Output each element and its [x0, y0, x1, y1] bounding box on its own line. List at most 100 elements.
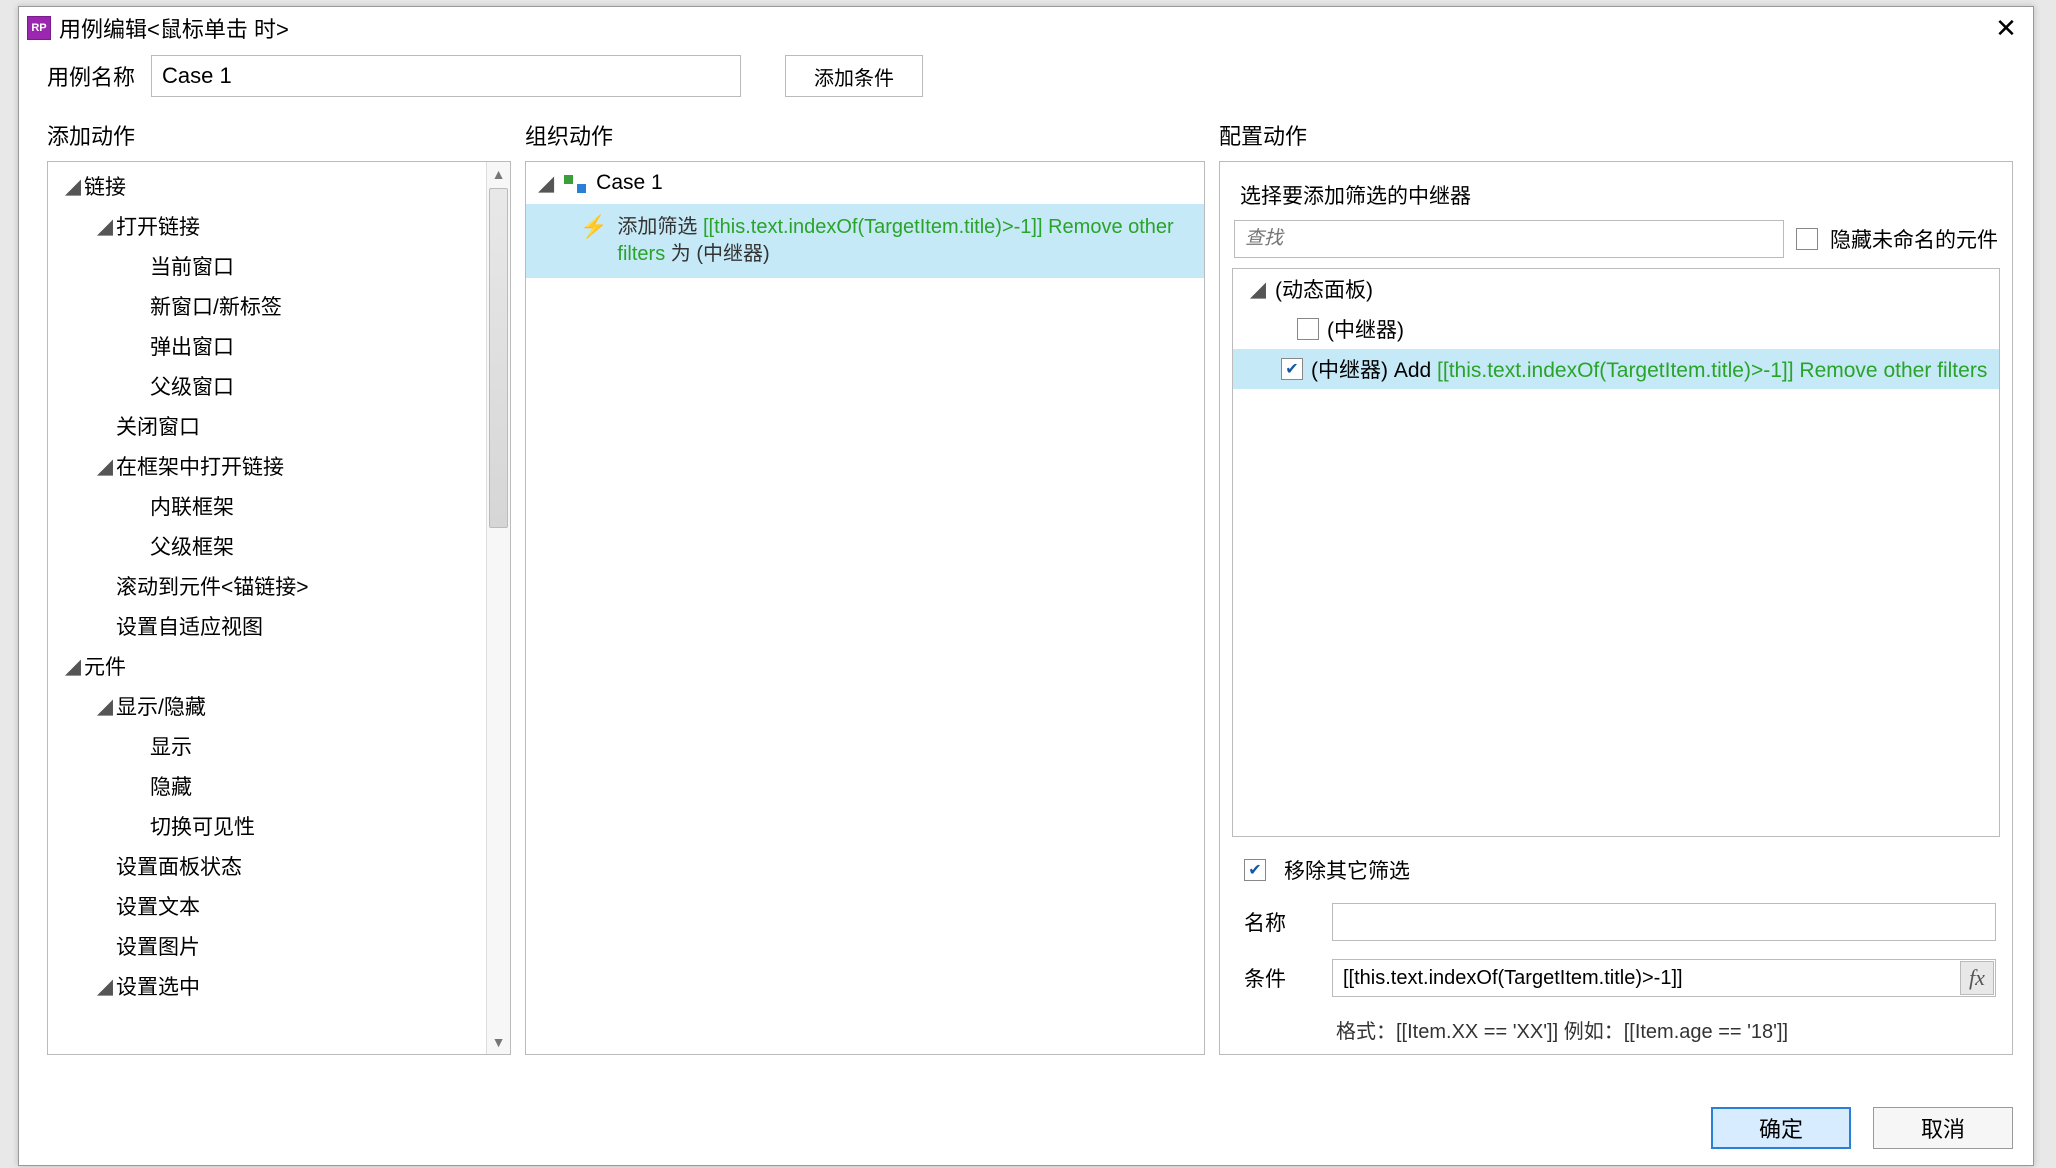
scroll-up-icon[interactable]: ▲ — [487, 162, 510, 186]
action-text: 添加筛选 [[this.text.indexOf(TargetItem.titl… — [617, 214, 1188, 268]
tree-item-label: 元件 — [84, 651, 126, 681]
tree-item-label: 关闭窗口 — [116, 411, 200, 441]
cancel-button[interactable]: 取消 — [1873, 1107, 2013, 1149]
col-organize-header: 组织动作 — [525, 113, 1205, 161]
hide-unnamed-checkbox[interactable] — [1796, 228, 1818, 250]
action-tree-item[interactable]: 父级窗口 — [48, 366, 486, 406]
tree-item-label: 打开链接 — [116, 211, 200, 241]
remove-other-checkbox[interactable] — [1244, 859, 1266, 881]
lightning-icon: ⚡ — [580, 216, 607, 238]
caret-down-icon: ◢ — [538, 171, 554, 196]
action-row[interactable]: ⚡ 添加筛选 [[this.text.indexOf(TargetItem.ti… — [526, 204, 1204, 278]
case-name-input[interactable] — [151, 55, 741, 97]
scroll-thumb[interactable] — [489, 188, 508, 528]
condition-hint: 格式：[[Item.XX == 'XX']] 例如：[[Item.age == … — [1244, 1015, 1996, 1044]
tree-repeater-2[interactable]: (中继器) Add [[this.text.indexOf(TargetItem… — [1233, 349, 1999, 389]
tree-label: (中继器) — [1327, 314, 1404, 344]
tree-dyn-panel[interactable]: ◢ (动态面板) — [1233, 269, 1999, 309]
repeater-checkbox-on[interactable] — [1281, 358, 1303, 380]
dialog-footer: 确定 取消 — [1711, 1107, 2013, 1149]
tree-item-label: 设置面板状态 — [116, 851, 242, 881]
action-tree-item[interactable]: 切换可见性 — [48, 806, 486, 846]
action-tree-item[interactable]: 设置自适应视图 — [48, 606, 486, 646]
case-editor-dialog: RP 用例编辑<鼠标单击 时> ✕ 用例名称 添加条件 添加动作 ◢链接◢打开链… — [18, 6, 2034, 1166]
action-tree-item[interactable]: 关闭窗口 — [48, 406, 486, 446]
action-tree-item[interactable]: 父级框架 — [48, 526, 486, 566]
action-tree-item[interactable]: 内联框架 — [48, 486, 486, 526]
action-tree-item[interactable]: 当前窗口 — [48, 246, 486, 286]
case-name-label: 用例名称 — [47, 60, 135, 92]
tree-item-label: 滚动到元件<锚链接> — [116, 571, 309, 601]
action-tree-item[interactable]: 显示 — [48, 726, 486, 766]
tree-item-label: 隐藏 — [150, 771, 192, 801]
tree-item-label: 当前窗口 — [150, 251, 234, 281]
case-icon — [564, 173, 586, 193]
tree-item-label: 链接 — [84, 171, 126, 201]
tree-item-label: 父级窗口 — [150, 371, 234, 401]
ok-button[interactable]: 确定 — [1711, 1107, 1851, 1149]
actions-tree[interactable]: ◢链接◢打开链接当前窗口新窗口/新标签弹出窗口父级窗口关闭窗口◢在框架中打开链接… — [48, 162, 486, 1054]
scroll-down-icon[interactable]: ▼ — [487, 1030, 510, 1054]
caret-down-icon: ◢ — [94, 454, 116, 479]
actions-tree-panel: ◢链接◢打开链接当前窗口新窗口/新标签弹出窗口父级窗口关闭窗口◢在框架中打开链接… — [47, 161, 511, 1055]
tree-repeater-1[interactable]: (中继器) — [1233, 309, 1999, 349]
action-tree-item[interactable]: 弹出窗口 — [48, 326, 486, 366]
condition-label: 条件 — [1244, 963, 1314, 993]
tree-item-label: 设置图片 — [116, 931, 200, 961]
case-name-text: Case 1 — [596, 171, 663, 195]
caret-down-icon: ◢ — [62, 654, 84, 679]
titlebar: RP 用例编辑<鼠标单击 时> ✕ — [19, 7, 2033, 49]
caret-down-icon: ◢ — [94, 974, 116, 999]
action-tree-item[interactable]: ◢设置选中 — [48, 966, 486, 1006]
action-tree-item[interactable]: ◢在框架中打开链接 — [48, 446, 486, 486]
caret-down-icon: ◢ — [1249, 277, 1267, 302]
tree-scrollbar[interactable]: ▲ ▼ — [486, 162, 510, 1054]
tree-item-label: 弹出窗口 — [150, 331, 234, 361]
action-tree-item[interactable]: 滚动到元件<锚链接> — [48, 566, 486, 606]
add-condition-button[interactable]: 添加条件 — [785, 55, 923, 97]
caret-down-icon: ◢ — [94, 694, 116, 719]
tree-label: (动态面板) — [1275, 274, 1373, 304]
repeater-checkbox[interactable] — [1297, 318, 1319, 340]
case-name-row: 用例名称 添加条件 — [19, 49, 2033, 113]
action-tree-item[interactable]: ◢显示/隐藏 — [48, 686, 486, 726]
caret-down-icon: ◢ — [94, 214, 116, 239]
organize-panel: ◢ Case 1 ⚡ 添加筛选 [[this.text.indexOf(Targ… — [525, 161, 1205, 1055]
action-tree-item[interactable]: ◢链接 — [48, 166, 486, 206]
action-tree-item[interactable]: 设置面板状态 — [48, 846, 486, 886]
action-tree-item[interactable]: 新窗口/新标签 — [48, 286, 486, 326]
action-tree-item[interactable]: 设置文本 — [48, 886, 486, 926]
hide-unnamed-label: 隐藏未命名的元件 — [1830, 224, 1998, 254]
tree-item-label: 显示/隐藏 — [116, 691, 206, 721]
app-icon: RP — [27, 16, 51, 40]
tree-item-label: 设置自适应视图 — [116, 611, 263, 641]
action-tree-item[interactable]: ◢打开链接 — [48, 206, 486, 246]
tree-label: (中继器) Add [[this.text.indexOf(TargetItem… — [1311, 354, 1987, 384]
tree-item-label: 在框架中打开链接 — [116, 451, 284, 481]
col-add-action-header: 添加动作 — [47, 113, 511, 161]
caret-down-icon: ◢ — [62, 174, 84, 199]
fx-button[interactable]: fx — [1960, 961, 1994, 995]
search-input[interactable] — [1234, 220, 1784, 258]
close-button[interactable]: ✕ — [1989, 11, 2023, 45]
case-row[interactable]: ◢ Case 1 — [526, 162, 1204, 204]
tree-item-label: 切换可见性 — [150, 811, 255, 841]
col-configure-header: 配置动作 — [1219, 113, 2013, 161]
action-tree-item[interactable]: ◢元件 — [48, 646, 486, 686]
widget-tree[interactable]: ◢ (动态面板) (中继器) (中继器) Add [[this.text.ind… — [1232, 268, 2000, 837]
select-repeater-label: 选择要添加筛选的中继器 — [1232, 172, 2000, 220]
tree-item-label: 显示 — [150, 731, 192, 761]
name-label: 名称 — [1244, 907, 1314, 937]
condition-input[interactable] — [1332, 959, 1996, 997]
configure-panel: 选择要添加筛选的中继器 隐藏未命名的元件 ◢ (动态面板) (中继器) — [1219, 161, 2013, 1055]
tree-item-label: 设置文本 — [116, 891, 200, 921]
tree-item-label: 内联框架 — [150, 491, 234, 521]
tree-item-label: 父级框架 — [150, 531, 234, 561]
tree-item-label: 设置选中 — [116, 971, 200, 1001]
action-tree-item[interactable]: 设置图片 — [48, 926, 486, 966]
remove-other-label: 移除其它筛选 — [1284, 855, 1410, 885]
tree-item-label: 新窗口/新标签 — [150, 291, 282, 321]
filter-name-input[interactable] — [1332, 903, 1996, 941]
dialog-title: 用例编辑<鼠标单击 时> — [59, 12, 289, 44]
action-tree-item[interactable]: 隐藏 — [48, 766, 486, 806]
